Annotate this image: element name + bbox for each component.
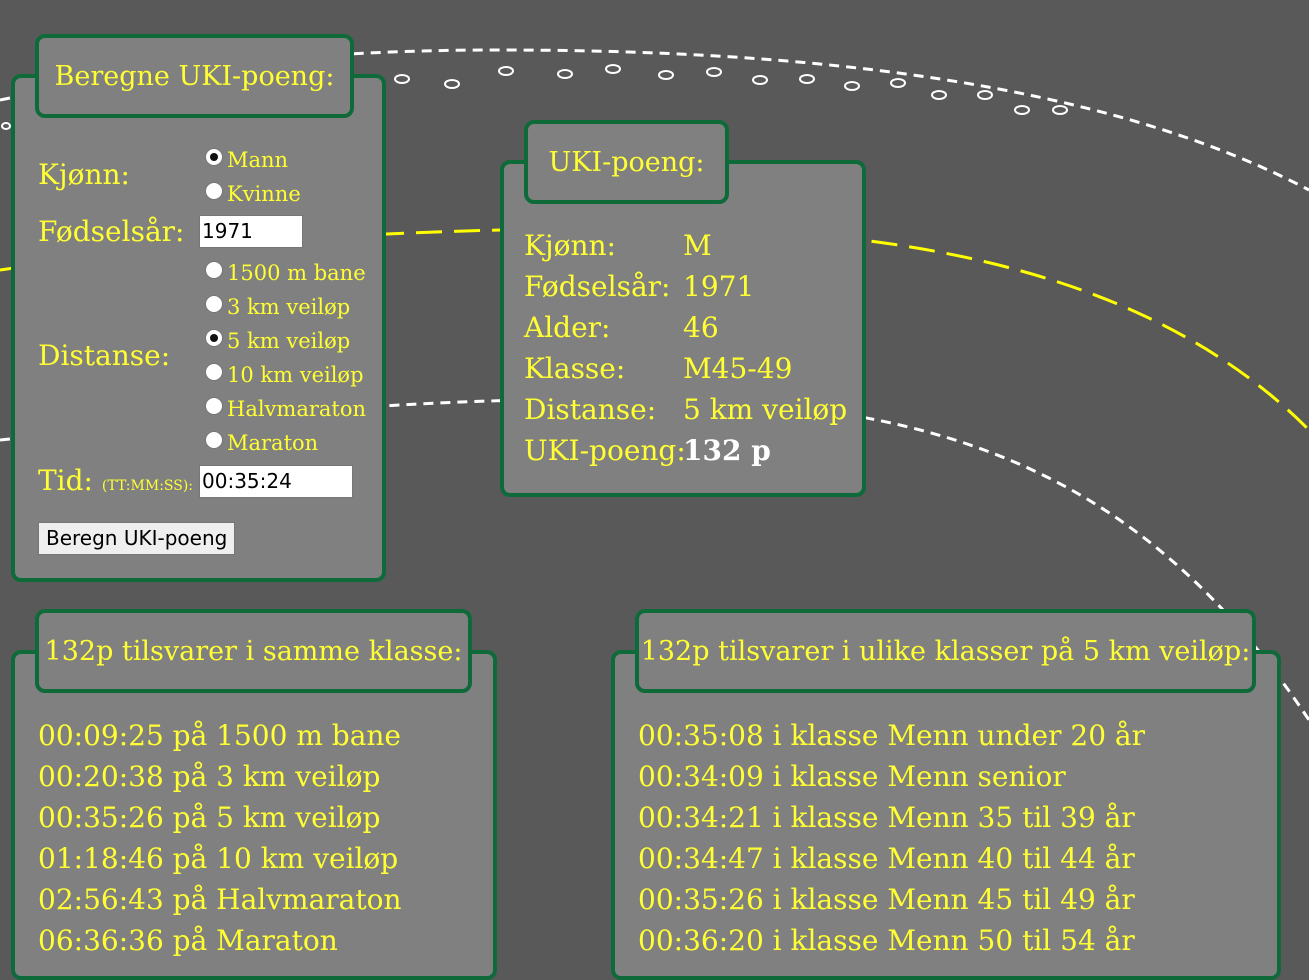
distance-option-label: Halvmaraton xyxy=(227,397,367,421)
result-value: 1971 xyxy=(683,270,755,303)
other-classes-title-tab: 132p tilsvarer i ulike klasser på 5 km v… xyxy=(635,609,1256,693)
result-title: UKI-poeng: xyxy=(548,146,705,178)
radio-mann[interactable] xyxy=(205,148,223,166)
list-item: 00:34:21 i klasse Menn 35 til 39 år xyxy=(638,801,1135,834)
radio-3km[interactable] xyxy=(205,295,223,313)
list-item: 00:34:09 i klasse Menn senior xyxy=(638,760,1066,793)
distance-option-label: Maraton xyxy=(227,431,319,455)
gender-option-kvinne[interactable]: Kvinne xyxy=(205,182,301,206)
form-title: Beregne UKI-poeng: xyxy=(54,60,335,92)
distance-label: Distanse: xyxy=(38,339,171,372)
gender-option-mann[interactable]: Mann xyxy=(205,148,288,172)
result-row: Kjønn: M xyxy=(524,229,712,262)
result-value: 46 xyxy=(683,311,719,344)
result-key: Klasse: xyxy=(524,352,626,385)
result-key: Kjønn: xyxy=(524,229,616,262)
result-key: Fødselsår: xyxy=(524,270,671,303)
time-input[interactable]: 00:35:24 xyxy=(199,465,353,498)
result-key: UKI-poeng: xyxy=(524,434,686,467)
distance-option-label: 3 km veiløp xyxy=(227,295,351,319)
result-row: UKI-poeng: 132 p xyxy=(524,434,771,467)
list-item: 00:35:26 på 5 km veiløp xyxy=(38,801,381,834)
time-label: Tid: xyxy=(38,464,93,497)
result-row: Distanse: 5 km veiløp xyxy=(524,393,847,426)
radio-1500m[interactable] xyxy=(205,261,223,279)
distance-option-halvmaraton[interactable]: Halvmaraton xyxy=(205,397,366,421)
result-key: Alder: xyxy=(524,311,611,344)
result-value: M xyxy=(683,229,712,262)
distance-option-maraton[interactable]: Maraton xyxy=(205,431,318,455)
list-item: 02:56:43 på Halvmaraton xyxy=(38,883,402,916)
form-panel xyxy=(11,74,386,582)
result-row: Fødselsår: 1971 xyxy=(524,270,754,303)
gender-option-label: Mann xyxy=(227,148,289,172)
distance-option-1500m[interactable]: 1500 m bane xyxy=(205,261,366,285)
radio-maraton[interactable] xyxy=(205,431,223,449)
radio-kvinne[interactable] xyxy=(205,182,223,200)
birth-year-input[interactable]: 1971 xyxy=(199,215,303,248)
distance-option-5km[interactable]: 5 km veiløp xyxy=(205,329,350,353)
radio-halvmaraton[interactable] xyxy=(205,397,223,415)
result-row: Alder: 46 xyxy=(524,311,719,344)
list-item: 00:09:25 på 1500 m bane xyxy=(38,719,402,752)
radio-10km[interactable] xyxy=(205,363,223,381)
result-row: Klasse: M45-49 xyxy=(524,352,792,385)
uki-points-value: 132 p xyxy=(683,434,771,467)
result-title-tab: UKI-poeng: xyxy=(524,120,729,204)
same-class-title: 132p tilsvarer i samme klasse: xyxy=(44,635,463,667)
list-item: 06:36:36 på Maraton xyxy=(38,924,338,957)
form-title-tab: Beregne UKI-poeng: xyxy=(35,34,354,118)
distance-option-label: 5 km veiløp xyxy=(227,329,351,353)
result-key: Distanse: xyxy=(524,393,657,426)
distance-option-3km[interactable]: 3 km veiløp xyxy=(205,295,350,319)
list-item: 00:20:38 på 3 km veiløp xyxy=(38,760,381,793)
distance-option-10km[interactable]: 10 km veiløp xyxy=(205,363,364,387)
gender-option-label: Kvinne xyxy=(227,182,301,206)
list-item: 00:36:20 i klasse Menn 50 til 54 år xyxy=(638,924,1135,957)
same-class-title-tab: 132p tilsvarer i samme klasse: xyxy=(35,609,472,693)
result-value: 5 km veiløp xyxy=(683,393,848,426)
other-classes-title: 132p tilsvarer i ulike klasser på 5 km v… xyxy=(640,635,1251,667)
birth-year-label: Fødselsår: xyxy=(38,215,185,248)
distance-option-label: 1500 m bane xyxy=(227,261,366,285)
calculate-button[interactable]: Beregn UKI-poeng xyxy=(38,522,236,555)
time-label-group: Tid: (TT:MM:SS): xyxy=(38,464,193,497)
time-hint: (TT:MM:SS): xyxy=(101,478,194,494)
list-item: 00:35:26 i klasse Menn 45 til 49 år xyxy=(638,883,1135,916)
list-item: 00:35:08 i klasse Menn under 20 år xyxy=(638,719,1145,752)
result-value: M45-49 xyxy=(683,352,793,385)
radio-5km[interactable] xyxy=(205,329,223,347)
distance-option-label: 10 km veiløp xyxy=(227,363,364,387)
list-item: 01:18:46 på 10 km veiløp xyxy=(38,842,399,875)
list-item: 00:34:47 i klasse Menn 40 til 44 år xyxy=(638,842,1135,875)
gender-label: Kjønn: xyxy=(38,158,130,191)
